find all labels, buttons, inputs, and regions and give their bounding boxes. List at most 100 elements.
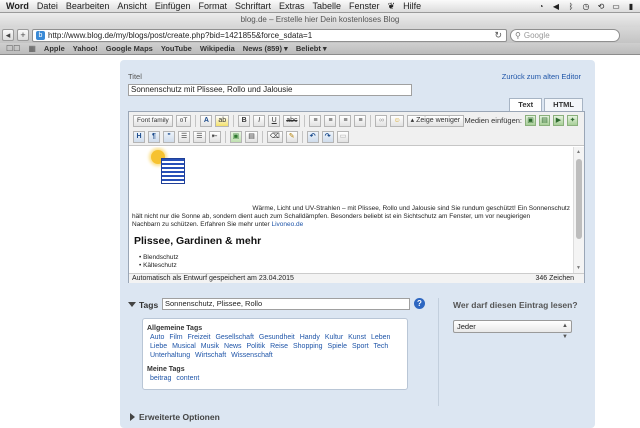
tag-link[interactable]: Handy [300,334,320,341]
tag-link[interactable]: beitrag [150,375,171,382]
tag-link[interactable]: Kunst [348,334,366,341]
tag-link[interactable]: News [224,343,242,350]
zeige-weniger-button[interactable]: ▴ Zeige weniger [406,115,465,127]
outdent-icon[interactable]: ⇤ [208,131,221,143]
tag-link[interactable]: content [176,375,199,382]
help-icon[interactable]: ? [414,298,425,309]
sync-icon[interactable]: ⟲ [596,2,606,11]
tag-link[interactable]: Spiele [328,343,347,350]
menu-format[interactable]: Format [194,1,231,11]
align-left-icon[interactable]: ≡ [309,115,322,127]
scrollbar-thumb[interactable] [576,159,582,239]
tag-link[interactable]: Unterhaltung [150,352,190,359]
fullscreen-icon[interactable]: ▭ [336,131,350,143]
tag-link[interactable]: Kultur [325,334,343,341]
bookmark-yahoo[interactable]: Yahoo! [73,44,98,53]
editor-scrollbar[interactable]: ▲ ▼ [573,147,584,273]
bluetooth-icon[interactable]: ᛒ [566,2,576,11]
underline-icon[interactable]: U [268,115,281,127]
menu-einfuegen[interactable]: Einfügen [151,1,195,11]
bookmark-youtube[interactable]: YouTube [161,44,192,53]
bold-icon[interactable]: B [238,115,251,127]
volume-icon[interactable]: ◀ [551,2,561,11]
tags-input[interactable]: Sonnenschutz, Plissee, Rollo [162,298,410,310]
tab-text[interactable]: Text [509,98,543,111]
menu-hilfe[interactable]: Hilfe [399,1,425,11]
insert-video-icon[interactable]: ▶ [553,115,564,126]
tags-toggle[interactable]: Tags [128,300,158,310]
wifi-icon[interactable]: ◔ [536,2,546,11]
tag-link[interactable]: Gesundheit [259,334,295,341]
font-family-select[interactable]: Font family [133,115,173,127]
post-title-input[interactable]: Sonnenschutz mit Plissee, Rollo und Jalo… [128,84,412,96]
insert-media-icon[interactable]: ✦ [567,115,578,126]
link-icon[interactable]: ∞ [375,115,388,127]
bookmark-wikipedia[interactable]: Wikipedia [200,44,235,53]
back-button[interactable]: ◂ [2,29,14,41]
tag-link[interactable]: Musical [172,343,196,350]
heading-icon[interactable]: H [133,131,145,143]
tag-link[interactable]: Tech [374,343,389,350]
address-bar[interactable]: b http://www.blog.de/my/blogs/post/creat… [32,28,507,42]
battery-icon[interactable]: ▮ [626,2,636,11]
tag-link[interactable]: Shopping [293,343,323,350]
tag-link[interactable]: Wirtschaft [195,352,226,359]
scroll-up-icon[interactable]: ▲ [576,149,581,155]
tag-link[interactable]: Politik [246,343,265,350]
clean-icon[interactable]: ✎ [285,131,298,143]
bullet-list-icon[interactable]: ☰ [178,131,191,143]
strikethrough-icon[interactable]: abc [283,115,301,127]
insert-image-icon[interactable]: ▣ [525,115,536,126]
visibility-select[interactable]: Jeder ▲ ▼ [453,320,572,340]
display-icon[interactable]: ▭ [611,2,621,11]
menu-ansicht[interactable]: Ansicht [113,1,151,11]
top-sites-icon[interactable]: ▦ [28,44,36,53]
add-bookmark-button[interactable]: + [17,29,29,41]
tag-link[interactable]: Sport [352,343,369,350]
tag-link[interactable]: Auto [150,334,164,341]
script-icon[interactable]: ❦ [384,1,400,12]
justify-icon[interactable]: ≡ [354,115,367,127]
undo-icon[interactable]: ↶ [306,131,319,143]
align-center-icon[interactable]: ≡ [324,115,337,127]
scroll-down-icon[interactable]: ▼ [576,265,581,271]
editor-content[interactable]: Wärme, Licht und UV-Strahlen – mit Pliss… [129,147,573,273]
remove-format-icon[interactable]: ⌫ [266,131,283,143]
tag-link[interactable]: Liebe [150,343,167,350]
back-to-old-editor-link[interactable]: Zurück zum alten Editor [502,72,581,81]
bookmark-news[interactable]: News (859) ▾ [243,44,288,53]
redo-icon[interactable]: ↷ [321,131,334,143]
tag-link[interactable]: Freizeit [188,334,211,341]
bookmark-beliebt[interactable]: Beliebt ▾ [296,44,327,53]
menu-schriftart[interactable]: Schriftart [231,1,275,11]
italic-icon[interactable]: I [253,115,266,127]
tab-html[interactable]: HTML [544,98,583,111]
highlight-color-icon[interactable]: ab [215,115,230,127]
text-color-icon[interactable]: A [200,115,213,127]
livoneo-link[interactable]: Livoneo.de [271,221,303,228]
tag-link[interactable]: Wissenschaft [231,352,273,359]
tag-link[interactable]: Reise [270,343,288,350]
smiley-icon[interactable]: ☺ [390,115,404,127]
align-right-icon[interactable]: ≡ [339,115,352,127]
tag-link[interactable]: Musik [201,343,219,350]
paste-word-icon[interactable]: ▣ [229,131,243,143]
search-field[interactable]: ⚲ Google [510,28,620,42]
numbered-list-icon[interactable]: ☰ [193,131,206,143]
reading-list-icon[interactable]: ☐☐ [6,44,20,53]
menu-extras[interactable]: Extras [275,1,309,11]
paste-text-icon[interactable]: ▤ [245,131,258,143]
tag-link[interactable]: Gesellschaft [215,334,254,341]
bookmark-apple[interactable]: Apple [44,44,65,53]
tag-link[interactable]: Leben [371,334,390,341]
bookmark-google-maps[interactable]: Google Maps [106,44,153,53]
time-machine-icon[interactable]: ◷ [581,2,591,11]
tag-link[interactable]: Film [169,334,182,341]
paragraph-icon[interactable]: ¶ [148,131,160,143]
font-size-select[interactable]: ¤T [175,115,192,127]
menu-fenster[interactable]: Fenster [345,1,384,11]
menu-app-word[interactable]: Word [0,1,33,11]
blockquote-icon[interactable]: " [163,131,175,143]
advanced-options-toggle[interactable]: Erweiterte Optionen [130,412,220,422]
menu-bearbeiten[interactable]: Bearbeiten [62,1,114,11]
